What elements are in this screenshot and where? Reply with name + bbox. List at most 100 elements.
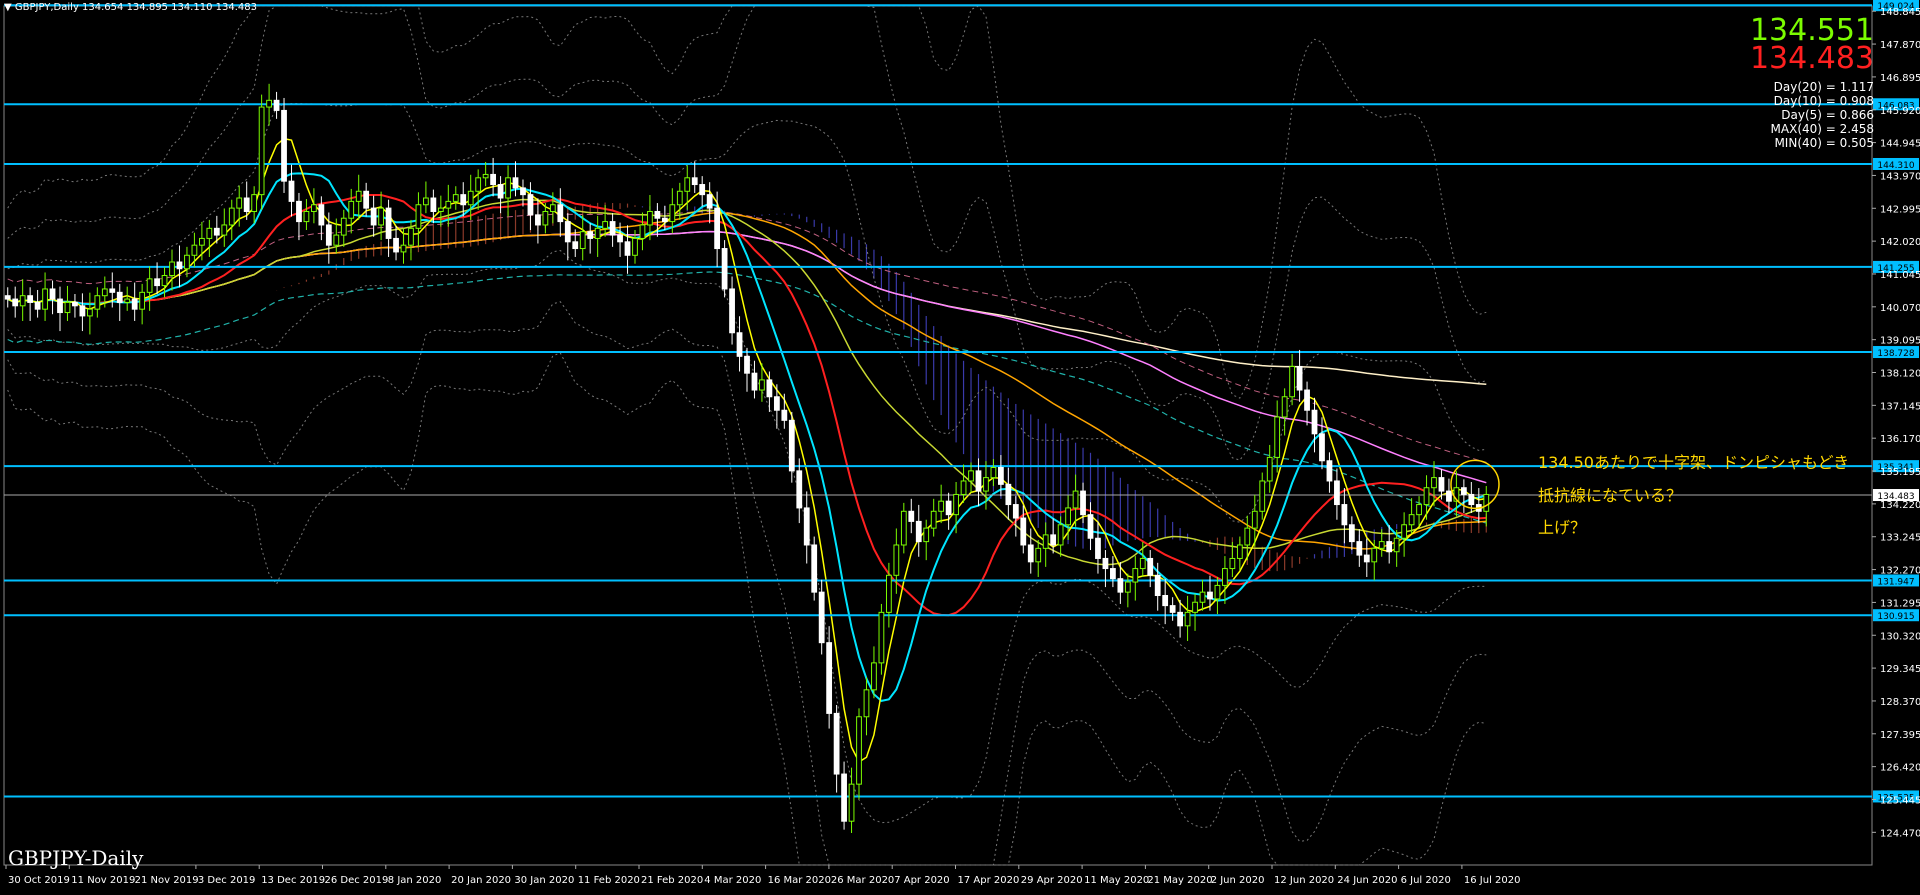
- candle-body: [1378, 541, 1385, 549]
- candle-body: [1214, 584, 1221, 600]
- y-tick-label: 128.370: [1880, 697, 1920, 708]
- candle-body: [139, 291, 146, 310]
- candle-body: [49, 288, 56, 300]
- candle: [281, 97, 287, 193]
- candle-body: [1289, 365, 1296, 398]
- level-tag-label: 131.947: [1877, 577, 1914, 587]
- candle-body: [766, 379, 773, 398]
- x-tick-label: 26 Dec 2019: [325, 875, 389, 886]
- stat-day5: Day(5) = 0.866: [1781, 108, 1874, 122]
- candle-body: [983, 477, 989, 492]
- candle-body: [788, 419, 795, 472]
- candle-body: [654, 210, 661, 219]
- candle-body: [318, 204, 325, 226]
- candle-body: [221, 224, 228, 236]
- candle-body: [1356, 541, 1363, 556]
- candle-body: [176, 261, 183, 270]
- candle-body: [467, 190, 474, 206]
- x-tick-label: 29 Apr 2020: [1021, 875, 1083, 886]
- candle-body: [1184, 611, 1191, 627]
- candle-body: [744, 355, 750, 374]
- candle-body: [64, 301, 71, 314]
- y-tick-label: 146.895: [1880, 73, 1920, 84]
- candle-body: [647, 210, 653, 226]
- x-tick-label: 11 Feb 2020: [578, 875, 640, 886]
- candle-body: [1005, 483, 1012, 506]
- candle-body: [1266, 456, 1273, 482]
- candle-body: [281, 109, 287, 182]
- candle-body: [333, 234, 340, 246]
- candle-body: [206, 227, 213, 239]
- candle-body: [1207, 591, 1213, 600]
- ask-price: 134.483: [1749, 41, 1874, 76]
- candle-body: [72, 301, 78, 307]
- candle-body: [497, 184, 504, 199]
- candle-body: [773, 396, 780, 411]
- candle-body: [311, 204, 317, 212]
- y-tick-label: 139.095: [1880, 336, 1920, 347]
- candle-body: [363, 190, 370, 209]
- candle-body: [213, 227, 220, 236]
- y-tick-label: 136.170: [1880, 434, 1920, 445]
- candle-body: [1035, 547, 1042, 563]
- candle-body: [856, 716, 862, 785]
- y-tick-label: 129.345: [1880, 664, 1920, 675]
- x-tick-label: 11 May 2020: [1084, 875, 1149, 886]
- candle-body: [871, 662, 877, 691]
- candle-body: [609, 221, 616, 236]
- candle-body: [1139, 557, 1146, 570]
- candle-body: [452, 194, 459, 202]
- stat-min40: MIN(40) = 0.505: [1774, 136, 1874, 150]
- y-tick-label: 138.120: [1880, 369, 1920, 380]
- y-tick-label: 130.320: [1880, 631, 1920, 642]
- candle-body: [841, 773, 847, 822]
- candle-body: [355, 190, 362, 202]
- candle-body: [415, 204, 422, 229]
- candle-body: [296, 200, 302, 223]
- candle-body: [706, 194, 713, 209]
- candle-body: [1304, 389, 1310, 411]
- candle-body: [124, 298, 131, 303]
- candle-body: [273, 99, 280, 111]
- candle-body: [833, 712, 840, 775]
- x-tick-label: 26 Mar 2020: [831, 875, 894, 886]
- y-tick-label: 126.420: [1880, 763, 1920, 774]
- candle-body: [1012, 504, 1019, 519]
- candle-body: [1154, 574, 1161, 597]
- candle-body: [1296, 365, 1303, 391]
- x-tick-label: 11 Nov 2019: [71, 875, 135, 886]
- symbol-header: ▼ GBPJPY,Daily 134.654 134.895 134.110 1…: [4, 2, 257, 13]
- x-tick-label: 17 Apr 2020: [958, 875, 1020, 886]
- candle-body: [423, 197, 429, 206]
- candle-body: [94, 295, 101, 310]
- candle-body: [460, 194, 467, 206]
- candle: [721, 240, 728, 298]
- candle-body: [542, 210, 549, 226]
- candle-body: [1244, 527, 1251, 546]
- candle-body: [348, 200, 355, 219]
- x-tick-label: 16 Mar 2020: [768, 875, 831, 886]
- candle-body: [781, 409, 788, 421]
- candle-body: [1192, 601, 1198, 613]
- y-tick-label: 127.395: [1880, 730, 1920, 741]
- candle-body: [669, 204, 676, 223]
- candle-body: [1431, 477, 1437, 489]
- candle-body: [437, 207, 444, 212]
- candle-body: [1087, 514, 1094, 539]
- candle-body: [945, 500, 952, 516]
- candle-body: [908, 510, 915, 522]
- candle-body: [1236, 544, 1243, 559]
- candle-body: [714, 207, 721, 250]
- candle-body: [579, 231, 586, 250]
- candle-body: [587, 231, 594, 239]
- candle-body: [512, 177, 519, 189]
- candle-body: [930, 510, 937, 529]
- candle-body: [1371, 547, 1378, 563]
- candle-body: [34, 301, 41, 310]
- candle-body: [818, 591, 825, 644]
- candle-body: [639, 224, 646, 239]
- candle-body: [1446, 490, 1452, 502]
- candle-body: [430, 197, 437, 212]
- candle-body: [1386, 541, 1393, 553]
- candle-body: [1423, 487, 1430, 506]
